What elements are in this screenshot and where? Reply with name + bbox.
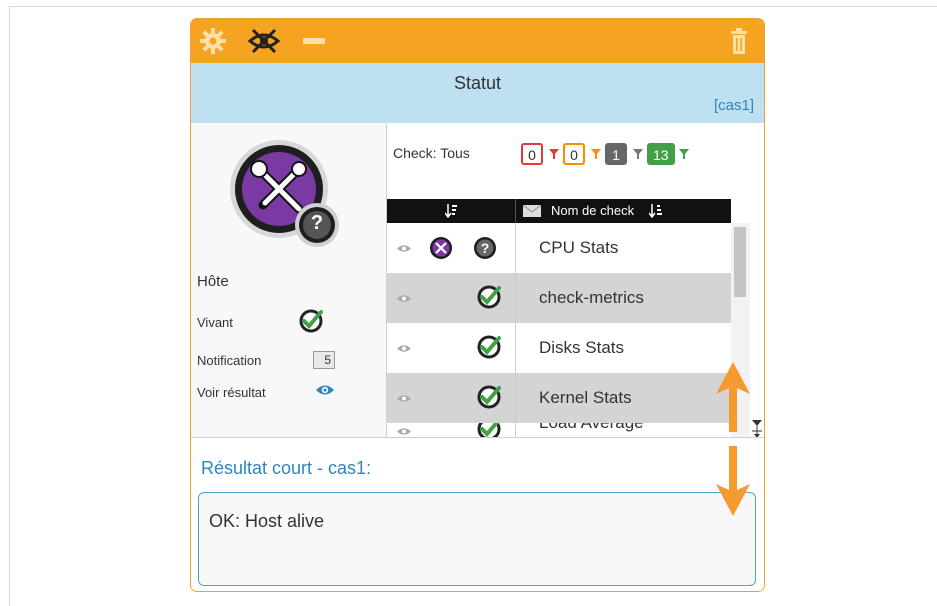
- result-area: Résultat court - cas1: OK: Host alive: [191, 437, 764, 591]
- critical-count-badge[interactable]: 0: [521, 143, 543, 165]
- host-tools-icon: [429, 236, 453, 260]
- result-output-box: OK: Host alive: [198, 492, 756, 586]
- view-eye-icon[interactable]: [397, 244, 411, 253]
- check-name: check-metrics: [539, 288, 644, 307]
- warning-count-badge[interactable]: 0: [563, 143, 585, 165]
- check-name: CPU Stats: [539, 238, 619, 257]
- widget-toolbar: [191, 19, 764, 64]
- host-status-widget: Statut [cas1] ? Hôte Vivant Notification…: [190, 18, 765, 592]
- ok-check-icon: [477, 423, 501, 437]
- view-eye-icon[interactable]: [397, 294, 411, 303]
- check-row[interactable]: Disks Stats: [387, 323, 731, 373]
- check-name: Kernel Stats: [539, 388, 632, 407]
- unknown-state-icon: ?: [473, 236, 497, 260]
- check-row[interactable]: Kernel Stats: [387, 373, 731, 423]
- result-text: OK: Host alive: [209, 511, 325, 531]
- mail-icon: [523, 205, 541, 217]
- view-eye-icon[interactable]: [397, 427, 411, 436]
- ok-count-badge[interactable]: 13: [647, 143, 675, 165]
- red-filter-icon[interactable]: [549, 149, 559, 159]
- status-title: Statut: [453, 73, 502, 93]
- bracket-close: ]: [749, 97, 754, 114]
- grey-filter-icon[interactable]: [633, 149, 643, 159]
- host-link-wrapper: [cas1]: [714, 97, 754, 114]
- notification-count-badge[interactable]: 5: [313, 351, 335, 369]
- host-link[interactable]: cas1: [718, 97, 750, 114]
- ok-check-icon: [477, 285, 501, 309]
- unknown-badge: ?: [310, 212, 324, 234]
- check-row[interactable]: ? CPU Stats: [387, 223, 731, 273]
- view-eye-icon[interactable]: [397, 344, 411, 353]
- ok-check-icon: [477, 385, 501, 409]
- checks-panel: Check: Tous 0 0 1 13 Nom de check ? CPU …: [387, 123, 764, 439]
- checks-table-header: Nom de check: [387, 199, 731, 223]
- resize-down-arrow-icon: [714, 444, 752, 518]
- host-state-icon: ?: [229, 133, 347, 251]
- sort-state-icon[interactable]: [445, 204, 457, 218]
- scrollbar-thumb[interactable]: [734, 227, 746, 297]
- alive-label: Vivant: [197, 315, 233, 330]
- sort-name-icon[interactable]: [649, 204, 663, 218]
- result-title: Résultat court - cas1:: [201, 458, 372, 478]
- check-row-partial: Load Average: [387, 423, 731, 437]
- check-filter-label[interactable]: Check: Tous: [393, 145, 470, 161]
- ok-check-icon: [299, 309, 323, 333]
- check-name: Load Average: [539, 423, 644, 437]
- eye-icon[interactable]: [315, 383, 335, 397]
- svg-text:?: ?: [481, 240, 490, 256]
- status-bar: Statut [cas1]: [191, 63, 764, 123]
- eye-crossed-icon[interactable]: [247, 25, 281, 57]
- view-result-label: Voir résultat: [197, 385, 266, 400]
- gear-icon[interactable]: [197, 25, 229, 57]
- minus-icon[interactable]: [301, 25, 327, 57]
- orange-filter-icon[interactable]: [591, 149, 601, 159]
- host-label: Hôte: [197, 273, 229, 290]
- check-name-header[interactable]: Nom de check: [551, 199, 634, 223]
- view-eye-icon[interactable]: [397, 394, 411, 403]
- unknown-count-badge[interactable]: 1: [605, 143, 627, 165]
- host-panel: ? Hôte Vivant Notification 5 Voir résult…: [191, 123, 387, 437]
- ok-check-icon: [477, 335, 501, 359]
- check-name: Disks Stats: [539, 338, 625, 357]
- resize-up-arrow-icon: [714, 360, 752, 434]
- resize-handle-icon[interactable]: [751, 419, 763, 439]
- notification-label: Notification: [197, 353, 262, 368]
- trash-icon[interactable]: [728, 25, 750, 57]
- check-row[interactable]: check-metrics: [387, 273, 731, 323]
- green-filter-icon[interactable]: [679, 149, 689, 159]
